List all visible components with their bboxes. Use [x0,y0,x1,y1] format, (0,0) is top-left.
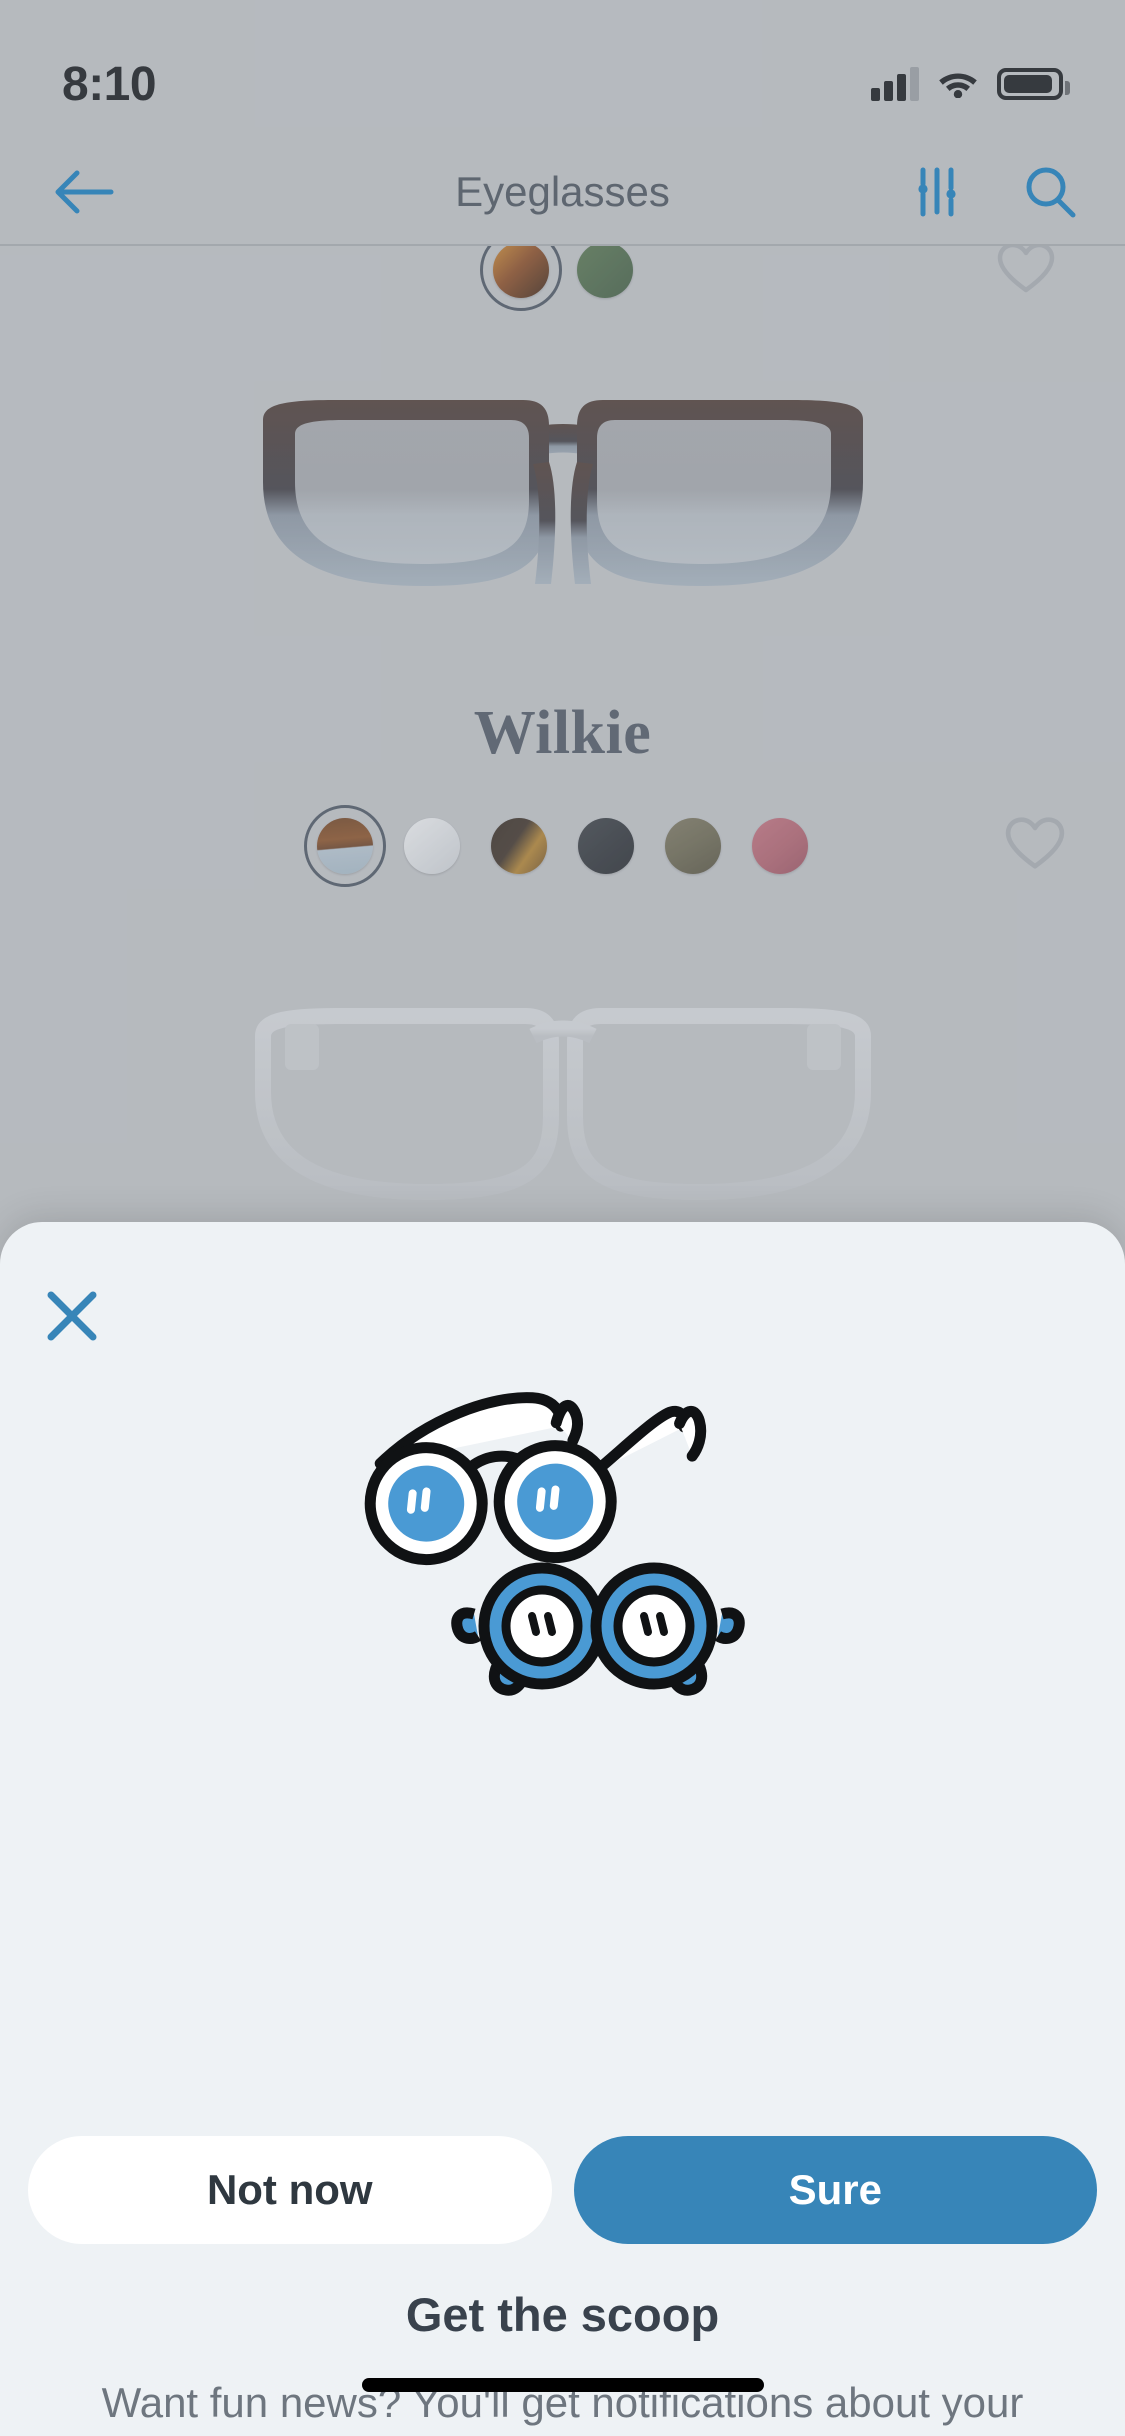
swatch-color [491,818,547,874]
product-card-next[interactable] [0,1006,1125,1226]
swatch-option[interactable] [479,246,562,311]
swatch-option-olive-moss[interactable] [665,818,721,874]
product-card-wilkie[interactable]: Wilkie [0,376,1125,936]
heart-outline-icon[interactable] [997,246,1055,299]
wifi-icon [937,66,979,103]
swatch-color [404,818,460,874]
notification-permission-sheet: Get the scoop Want fun news? You'll get … [0,1222,1125,2436]
not-now-button[interactable]: Not now [28,2136,552,2244]
heart-outline-icon[interactable] [1005,817,1065,876]
nav-actions [893,140,1095,244]
swatch-option-whiskey-tortoise[interactable] [491,818,547,874]
product-name: Wilkie [473,699,652,767]
home-indicator-bar[interactable] [361,2378,764,2392]
sheet-actions: Not now Sure [28,2136,1097,2244]
product-card-previous[interactable] [0,246,1125,326]
cellular-signal-icon [871,67,919,101]
phone-screen: 8:10 Eyeglasses Wilkie Get the scoop Wan… [0,0,1125,2436]
status-time: 8:10 [62,57,157,111]
status-bar: 8:10 [0,0,1125,132]
swatch-color [665,818,721,874]
swatch-color [752,818,808,874]
swatch-color [578,818,634,874]
swatch-color [492,246,549,298]
color-swatch-row[interactable] [0,805,1125,887]
sure-button[interactable]: Sure [573,2136,1097,2244]
swatch-option-striped-sassafras[interactable] [304,805,386,887]
swatch-color [317,818,373,874]
swatch-color [576,246,633,298]
status-icons [871,66,1070,103]
battery-icon [997,68,1070,100]
swatch-option-crystal[interactable] [404,818,460,874]
search-icon[interactable] [1007,148,1095,236]
swatch-option[interactable] [576,246,633,298]
nav-bar: Eyeglasses [0,140,1125,244]
close-x-icon[interactable] [26,1270,118,1362]
back-arrow-icon[interactable] [40,148,128,236]
filter-sliders-icon[interactable] [893,148,981,236]
swatch-option-rose-water[interactable] [752,818,808,874]
two-eyeglasses-illustration [0,1372,1125,1712]
sheet-title: Get the scoop [405,2288,720,2341]
product-image-eyeglasses[interactable] [0,376,1125,686]
swatch-option-jet-black[interactable] [578,818,634,874]
